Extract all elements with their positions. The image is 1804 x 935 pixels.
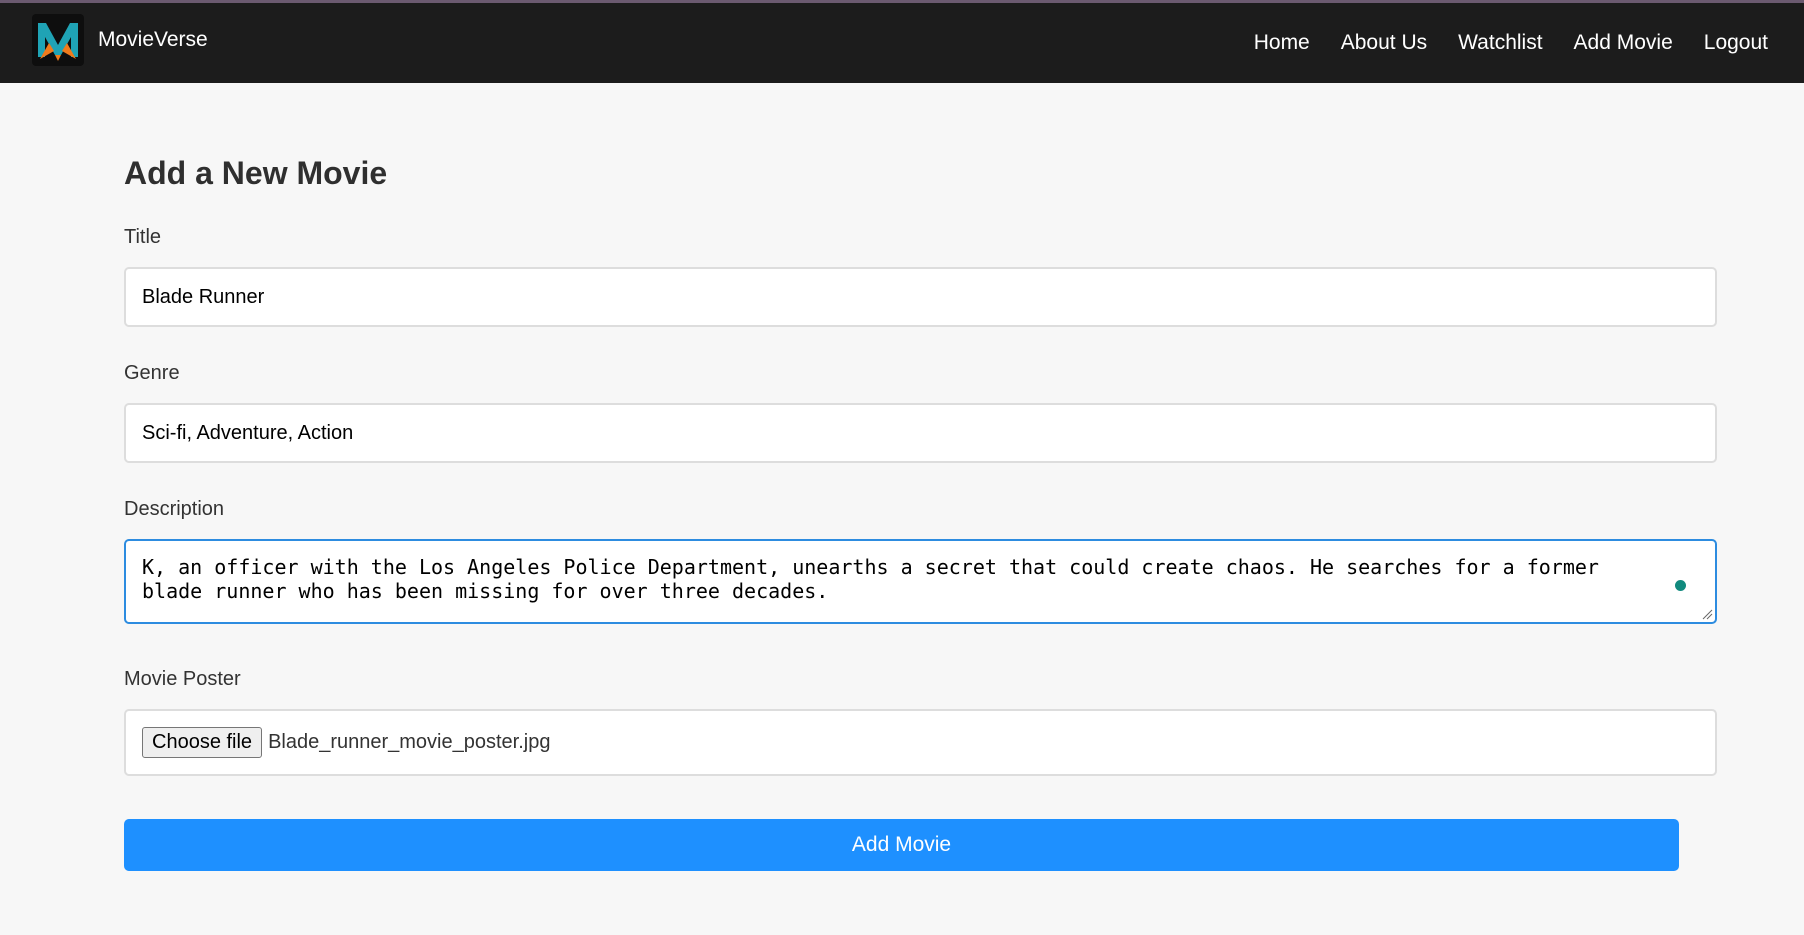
nav-logout[interactable]: Logout [1704,31,1768,55]
genre-label: Genre [124,362,180,384]
brand-name: MovieVerse [98,28,208,51]
selected-file-name: Blade_runner_movie_poster.jpg [268,731,551,753]
status-dot-icon [1675,580,1686,591]
navbar: MovieVerse Home About Us Watchlist Add M… [0,3,1804,83]
title-label: Title [124,226,162,248]
nav-add-movie[interactable]: Add Movie [1574,31,1673,55]
nav-about-us[interactable]: About Us [1341,31,1427,55]
description-textarea[interactable]: K, an officer with the Los Angeles Polic… [124,539,1717,624]
description-label: Description [124,498,225,520]
poster-label: Movie Poster [124,668,241,690]
brand[interactable]: MovieVerse [32,14,208,66]
resize-grip-icon[interactable] [1701,608,1713,620]
nav-links: Home About Us Watchlist Add Movie Logout [1223,31,1768,55]
page-title: Add a New Movie [124,155,388,191]
add-movie-form: Add a New Movie Title Genre Description … [0,83,1804,935]
movieverse-logo-icon [32,14,84,66]
choose-file-button[interactable]: Choose file [142,727,263,758]
poster-file-input[interactable]: Choose file Blade_runner_movie_poster.jp… [124,709,1717,776]
nav-watchlist[interactable]: Watchlist [1458,31,1542,55]
title-input[interactable] [124,267,1717,327]
nav-home[interactable]: Home [1254,31,1310,55]
genre-input[interactable] [124,403,1717,463]
add-movie-button[interactable]: Add Movie [124,819,1679,871]
